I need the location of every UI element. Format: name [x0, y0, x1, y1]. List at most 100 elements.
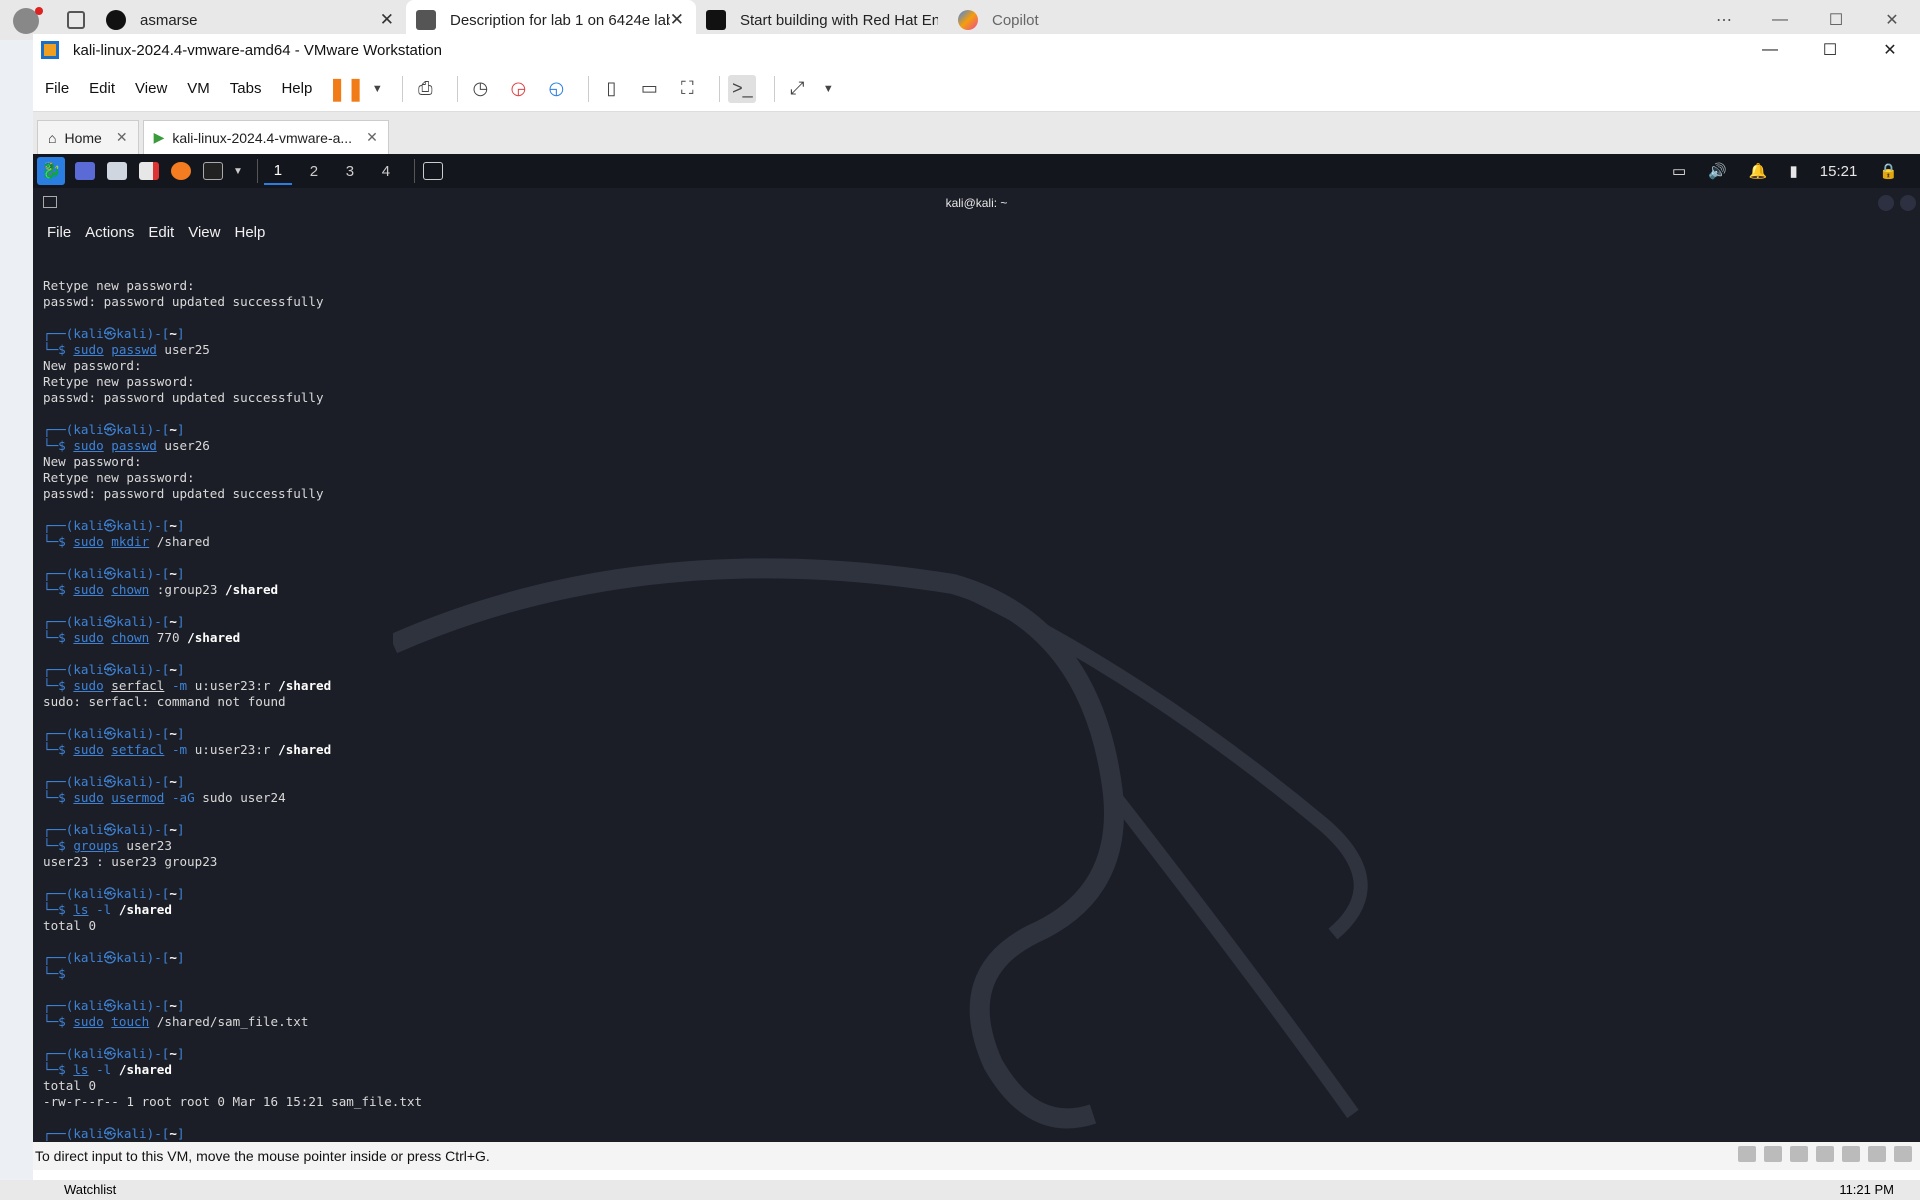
- workspace-3[interactable]: 3: [336, 157, 364, 185]
- menu-view[interactable]: View: [135, 80, 167, 97]
- network-adapter-icon[interactable]: [1764, 1146, 1782, 1162]
- console-view-icon[interactable]: >_: [728, 74, 757, 103]
- terminal-title: kali@kali: ~: [945, 196, 1008, 210]
- menu-vm[interactable]: VM: [187, 80, 210, 97]
- chevron-down-icon[interactable]: ▼: [821, 75, 835, 103]
- maximize-icon[interactable]: [1900, 195, 1916, 211]
- library-icon[interactable]: ▯: [597, 75, 625, 103]
- send-ctrl-alt-del-icon[interactable]: ⎙: [411, 75, 439, 103]
- wifi-icon[interactable]: [1894, 1146, 1912, 1162]
- workspace-1[interactable]: 1: [263, 157, 292, 185]
- vm-screen[interactable]: 🐉 ▼ 1 2 3 4 ▭ 🔊 🔔 ▮ 15:21 🔒 kali@kali: ~…: [33, 154, 1920, 1142]
- prompt-bracket: ┌──(: [43, 1126, 74, 1141]
- chevron-down-icon[interactable]: ▼: [370, 75, 384, 103]
- prompt-dir: ~: [169, 518, 177, 533]
- revert-snapshot-icon[interactable]: ◶: [504, 75, 532, 103]
- tab-label: Home: [64, 129, 102, 146]
- maximize-icon[interactable]: ☐: [1800, 34, 1860, 66]
- command-name: sudo: [73, 342, 104, 357]
- usb-icon[interactable]: [1816, 1146, 1834, 1162]
- prompt-dir: ~: [169, 1046, 177, 1061]
- taskbar-clock[interactable]: 11:21 PM: [1839, 1182, 1894, 1197]
- snapshot-manager-icon[interactable]: ◵: [542, 75, 570, 103]
- prompt-bracket: ]: [176, 886, 185, 901]
- terminal-icon[interactable]: [201, 157, 225, 185]
- file-manager-icon[interactable]: [105, 157, 129, 185]
- hdd-icon[interactable]: [1738, 1146, 1756, 1162]
- battery-icon[interactable]: ▮: [1790, 162, 1798, 180]
- output-text: passwd: password updated successfully: [43, 390, 324, 405]
- close-icon[interactable]: ✕: [116, 129, 128, 146]
- terminal-line: passwd: password updated successfully: [43, 486, 1443, 502]
- clock[interactable]: 15:21: [1820, 163, 1858, 180]
- menu-help[interactable]: Help: [281, 80, 312, 97]
- term-menu-help[interactable]: Help: [234, 224, 265, 241]
- close-icon[interactable]: ✕: [1860, 34, 1920, 66]
- close-icon[interactable]: ✕: [670, 10, 684, 30]
- prompt-bracket: ┌──(: [43, 998, 74, 1013]
- terminal-window-icon[interactable]: [421, 157, 445, 185]
- command-name: ls: [73, 1062, 89, 1077]
- terminal-line: ┌──(kali㉿kali)-[~]: [43, 662, 1443, 678]
- terminal-output[interactable]: Retype new password: passwd: password upd…: [43, 278, 1443, 1142]
- kali-menu-icon[interactable]: 🐉: [37, 157, 65, 185]
- terminal-line: ┌──(kali㉿kali)-[~]: [43, 326, 1443, 342]
- minimize-icon[interactable]: —: [1740, 34, 1800, 66]
- close-icon[interactable]: ✕: [366, 129, 378, 146]
- tab-kali-vm[interactable]: ▶ kali-linux-2024.4-vmware-a... ✕: [142, 120, 389, 154]
- menu-tabs[interactable]: Tabs: [230, 80, 262, 97]
- workspace-4[interactable]: 4: [372, 157, 400, 185]
- status-message: To direct input to this VM, move the mou…: [35, 1148, 490, 1164]
- minimize-icon[interactable]: [1878, 195, 1894, 211]
- tab-title: asmarse: [140, 11, 198, 29]
- term-menu-view[interactable]: View: [188, 224, 220, 241]
- menu-file[interactable]: File: [45, 80, 69, 97]
- full-screen-icon[interactable]: ⛶: [673, 75, 701, 103]
- network-icon[interactable]: ▭: [1672, 162, 1686, 180]
- command-arg: -m: [164, 678, 188, 693]
- stretch-icon[interactable]: ⤢: [783, 75, 811, 103]
- terminal-line: user23 : user23 group23: [43, 854, 1443, 870]
- command-arg: chown: [111, 582, 150, 597]
- command-name: sudo: [73, 582, 104, 597]
- command-arg: serfacl: [111, 678, 165, 693]
- thumbnail-bar-icon[interactable]: ▭: [635, 75, 663, 103]
- printer-icon[interactable]: [1842, 1146, 1860, 1162]
- command-name: sudo: [73, 438, 104, 453]
- prompt-bracket: ┌──(: [43, 566, 74, 581]
- text-editor-icon[interactable]: [137, 157, 161, 185]
- prompt-bracket: ┌──(: [43, 886, 74, 901]
- prompt-dir: ~: [169, 662, 177, 677]
- prompt-user-host: kali㉿kali: [73, 662, 147, 677]
- notification-bell-icon[interactable]: 🔔: [1749, 162, 1768, 180]
- prompt-bracket: ┌──(: [43, 326, 74, 341]
- prompt-bracket: )-[: [146, 422, 170, 437]
- vmware-menu-bar: File Edit View VM Tabs Help ❚❚ ▼ ⎙ ◷ ◶ ◵…: [33, 66, 1920, 112]
- close-icon[interactable]: ✕: [380, 10, 394, 30]
- vmware-title-bar: kali-linux-2024.4-vmware-amd64 - VMware …: [33, 34, 1920, 66]
- snapshot-icon[interactable]: ◷: [466, 75, 494, 103]
- command-arg: /shared: [187, 630, 241, 645]
- term-menu-file[interactable]: File: [47, 224, 71, 241]
- prompt-bracket: ]: [176, 822, 185, 837]
- prompt-bracket: ]: [176, 518, 185, 533]
- tab-home[interactable]: ⌂ Home ✕: [37, 120, 139, 154]
- terminal-line: └─$ sudo serfacl -m u:user23:r /shared: [43, 678, 1443, 694]
- prompt-bracket: ]: [176, 1126, 185, 1141]
- firefox-icon[interactable]: [169, 157, 193, 185]
- lock-icon[interactable]: 🔒: [1879, 162, 1898, 180]
- panel-divider: [256, 159, 258, 183]
- desktop-icon[interactable]: [73, 157, 97, 185]
- watchlist-widget[interactable]: Watchlist: [64, 1182, 116, 1197]
- cd-icon[interactable]: [1868, 1146, 1886, 1162]
- workspace-2[interactable]: 2: [300, 157, 328, 185]
- pause-icon[interactable]: ❚❚: [328, 75, 365, 103]
- term-menu-actions[interactable]: Actions: [85, 224, 134, 241]
- volume-icon[interactable]: 🔊: [1708, 162, 1727, 180]
- term-menu-edit[interactable]: Edit: [148, 224, 174, 241]
- sound-icon[interactable]: [1790, 1146, 1808, 1162]
- chevron-down-icon[interactable]: ▼: [233, 157, 243, 185]
- command-arg: /shared: [149, 534, 210, 549]
- menu-edit[interactable]: Edit: [89, 80, 115, 97]
